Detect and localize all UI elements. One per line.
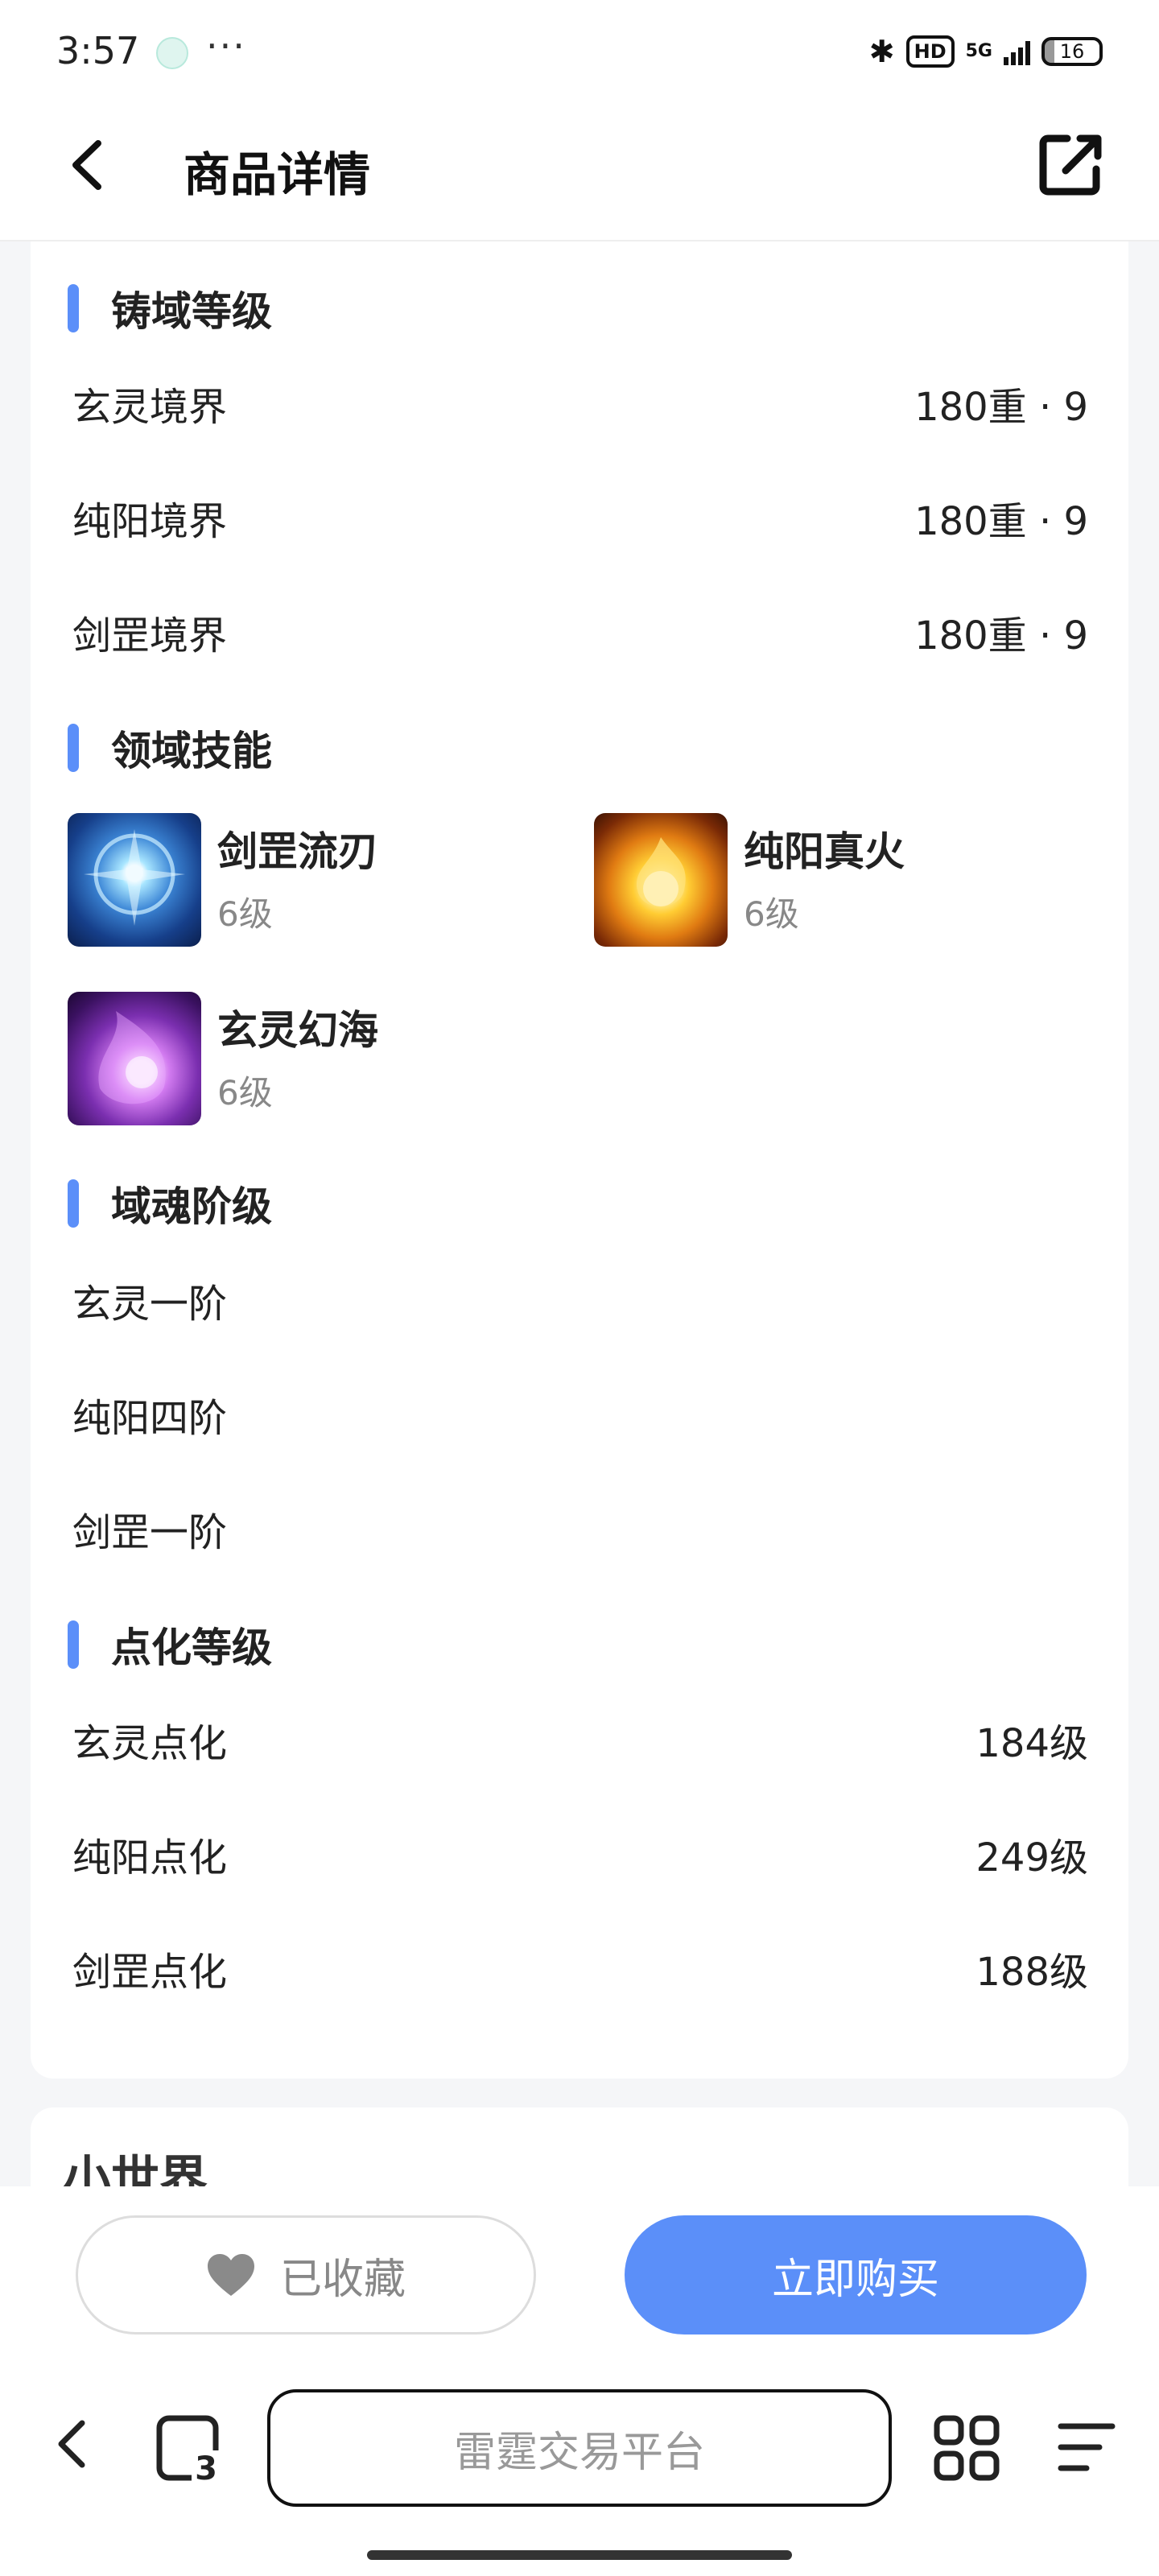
section-marker [68,284,79,332]
tabs-icon: 3 [156,2415,224,2487]
hd-voice-badge: HD [905,35,955,68]
row-label: 纯阳境界 [72,499,228,544]
browser-tabs-button[interactable]: 3 [153,2412,225,2487]
skill-name: 纯阳真火 [744,828,905,875]
row-label: 剑罡点化 [72,1950,228,1995]
skill-name: 玄灵幻海 [217,1007,378,1054]
list-item: 纯阳境界 180重 · 9 [72,489,1088,546]
favorite-button[interactable]: 已收藏 [76,2215,536,2334]
golden-flame-skill-icon [594,813,728,947]
attribute-card: 铸域等级 玄灵境界 180重 · 9 纯阳境界 180重 · 9 剑罡境界 18… [31,242,1128,2079]
buy-now-button[interactable]: 立即购买 [625,2215,1087,2334]
row-value: 249级 [975,1835,1088,1880]
section-marker [68,724,79,772]
tab-count: 3 [195,2450,217,2484]
skill-item[interactable]: 玄灵幻海 6级 [68,992,551,1129]
row-label: 纯阳点化 [72,1835,228,1880]
share-button[interactable] [1035,129,1107,201]
row-label: 纯阳四阶 [72,1396,228,1441]
section-title: 域魂阶级 [111,1183,272,1230]
blue-vortex-skill-icon [68,813,201,947]
section-enlighten-level: 点化等级 [68,1616,272,1673]
section-title: 铸域等级 [111,288,272,335]
section-marker [68,1179,79,1228]
list-item: 玄灵境界 180重 · 9 [72,375,1088,431]
network-type: 5G [965,41,992,61]
browser-toolbar: 3 雷霆交易平台 [0,2372,1159,2576]
list-item: 纯阳四阶 [72,1386,1088,1443]
grid-icon [934,2415,1000,2481]
address-bar[interactable]: 雷霆交易平台 [267,2389,892,2507]
action-bar: 已收藏 立即购买 [0,2186,1159,2372]
list-item: 剑罡点化 188级 [72,1940,1088,1996]
browser-back-button[interactable] [48,2412,97,2476]
bluetooth-icon: ✱ [868,34,895,69]
home-indicator[interactable] [367,2550,792,2560]
row-label: 剑罡境界 [72,613,228,658]
app-notification-icon [156,37,188,69]
skill-level: 6级 [217,894,273,934]
section-marker [68,1620,79,1669]
section-soul-rank: 域魂阶级 [68,1175,272,1232]
list-item: 剑罡境界 180重 · 9 [72,604,1088,660]
signal-icon [1004,38,1030,65]
skill-name: 剑罡流刃 [217,828,378,875]
battery-icon: 16 [1041,37,1103,66]
browser-apps-button[interactable] [930,2412,1003,2484]
list-item: 玄灵点化 184级 [72,1711,1088,1768]
list-item: 纯阳点化 249级 [72,1826,1088,1882]
status-bar: 3:57 ··· ✱ HD 5G 16 [0,0,1159,105]
section-domain-skills: 领域技能 [68,720,272,776]
share-external-icon [1039,134,1102,196]
skill-item[interactable]: 剑罡流刃 6级 [68,813,551,950]
row-label: 玄灵境界 [72,385,228,430]
status-indicators: ✱ HD 5G 16 [869,34,1103,69]
browser-menu-button[interactable] [1054,2415,1119,2479]
page-title: 商品详情 [184,147,371,202]
heart-icon [207,2254,254,2296]
favorite-label: 已收藏 [279,2255,406,2304]
row-value: 184级 [975,1721,1088,1766]
status-time: 3:57 [56,29,140,72]
section-forge-level: 铸域等级 [68,280,272,336]
skill-level: 6级 [744,894,799,934]
row-value: 180重 · 9 [914,499,1088,544]
skill-level: 6级 [217,1073,273,1113]
row-value: 188级 [975,1950,1088,1995]
section-title: 领域技能 [111,728,272,774]
back-button[interactable] [56,129,129,201]
section-title: 点化等级 [111,1624,272,1671]
list-item: 剑罡一阶 [72,1501,1088,1557]
menu-icon [1058,2423,1116,2471]
list-item: 玄灵一阶 [72,1272,1088,1328]
app-header: 商品详情 [0,105,1159,242]
chevron-left-icon [58,2420,85,2468]
skill-item[interactable]: 纯阳真火 6级 [594,813,1077,950]
row-label: 玄灵一阶 [72,1282,228,1327]
chevron-left-icon [72,140,101,190]
row-label: 剑罡一阶 [72,1510,228,1555]
row-value: 180重 · 9 [914,385,1088,430]
purple-flame-skill-icon [68,992,201,1125]
row-label: 玄灵点化 [72,1721,228,1766]
more-notifications-icon: ··· [206,24,246,68]
row-value: 180重 · 9 [914,613,1088,658]
